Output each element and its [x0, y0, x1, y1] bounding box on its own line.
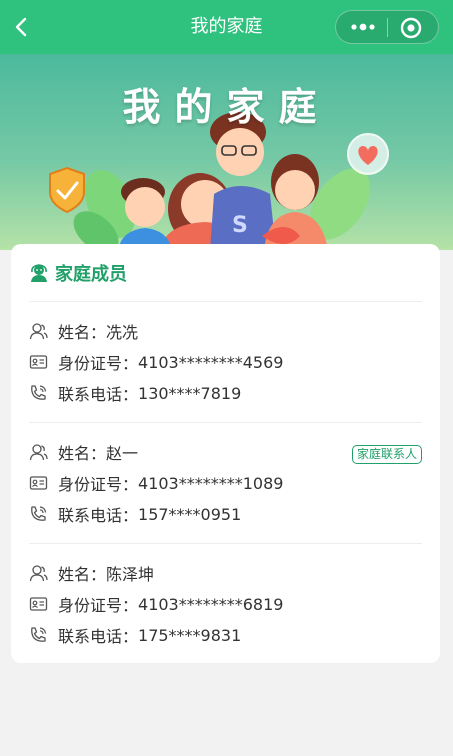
id-label: 身份证号：	[58, 596, 139, 615]
family-contact-badge: 家庭联系人	[351, 445, 422, 464]
name-row: 姓名： 冼冼	[29, 319, 138, 343]
phone-label: 联系电话：	[58, 627, 139, 646]
phone-row: 联系电话： 175****9831	[29, 623, 241, 647]
divider	[29, 422, 422, 423]
member-name: 冼冼	[106, 323, 139, 342]
close-target-icon[interactable]	[398, 15, 424, 41]
capsule-divider	[387, 18, 388, 37]
id-row: 身份证号： 4103********1089	[29, 471, 283, 495]
member-item[interactable]: 姓名： 冼冼 身份证号： 4103********4569 联系电话： 130*…	[29, 319, 422, 419]
phone-icon	[31, 627, 47, 642]
id-number: 4103********4569	[138, 352, 284, 372]
name-row: 姓名： 陈泽坤	[29, 561, 154, 585]
divider	[29, 543, 422, 544]
phone-label: 联系电话：	[58, 385, 139, 404]
id-row: 身份证号： 4103********4569	[29, 350, 283, 374]
family-banner: S 我的家庭	[0, 54, 453, 250]
section-title: 家庭成员	[55, 264, 127, 285]
name-row: 姓名： 赵一	[29, 440, 138, 464]
id-card-icon	[29, 476, 48, 490]
id-label: 身份证号：	[58, 475, 139, 494]
name-label: 姓名：	[58, 323, 107, 342]
id-number: 4103********1089	[138, 473, 284, 493]
banner-title: 我的家庭	[122, 85, 331, 129]
phone-icon	[31, 506, 47, 521]
phone-number: 157****0951	[138, 504, 242, 524]
person-icon	[29, 565, 48, 582]
phone-number: 130****7819	[138, 383, 242, 403]
svg-text:S: S	[232, 213, 248, 238]
phone-row: 联系电话： 157****0951	[29, 502, 241, 526]
id-number: 4103********6819	[138, 594, 284, 614]
member-name: 陈泽坤	[106, 565, 155, 584]
id-row: 身份证号： 4103********6819	[29, 592, 283, 616]
phone-icon	[31, 385, 47, 400]
phone-number: 175****9831	[138, 625, 242, 645]
name-label: 姓名：	[58, 565, 107, 584]
person-icon	[29, 323, 48, 340]
more-dots-icon[interactable]	[346, 16, 380, 38]
id-card-icon	[29, 597, 48, 611]
family-members-card: 家庭成员 姓名： 冼冼 身份证号： 4103********4569 联系电话：…	[11, 244, 440, 663]
mini-program-capsule	[335, 10, 439, 44]
member-item[interactable]: 姓名： 赵一 家庭联系人 身份证号： 4103********1089 联系电话…	[29, 440, 422, 540]
id-card-icon	[29, 355, 48, 369]
family-icon	[31, 264, 47, 282]
person-icon	[29, 444, 48, 461]
section-header: 家庭成员	[29, 260, 127, 286]
phone-row: 联系电话： 130****7819	[29, 381, 241, 405]
member-item[interactable]: 姓名： 陈泽坤 身份证号： 4103********6819 联系电话： 175…	[29, 561, 422, 661]
name-label: 姓名：	[58, 444, 107, 463]
divider	[29, 301, 422, 302]
id-label: 身份证号：	[58, 354, 139, 373]
navigation-bar: 我的家庭	[0, 0, 453, 54]
phone-label: 联系电话：	[58, 506, 139, 525]
member-name: 赵一	[106, 444, 139, 463]
